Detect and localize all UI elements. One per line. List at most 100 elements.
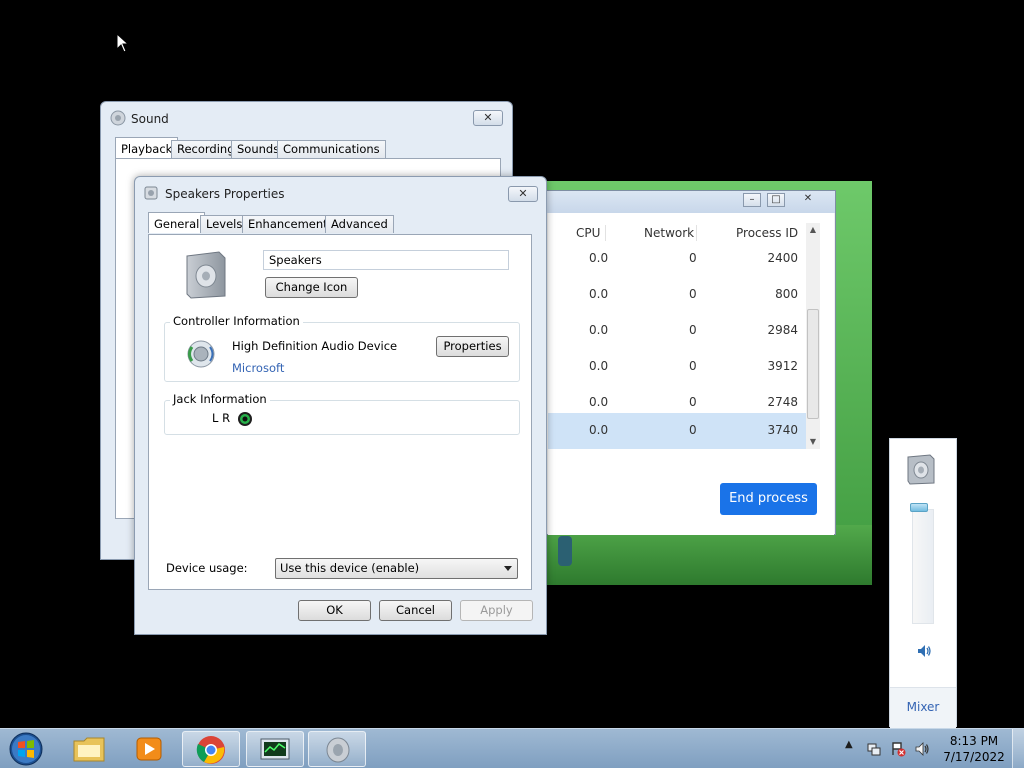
mixer-link[interactable]: Mixer (890, 700, 956, 714)
cell-network: 0 (689, 287, 697, 301)
volume-icon[interactable] (914, 741, 930, 757)
tab-playback[interactable]: Playback (115, 137, 179, 158)
clock-date: 7/17/2022 (943, 750, 1005, 764)
controller-vendor-link[interactable]: Microsoft (232, 361, 284, 375)
table-row[interactable]: 0.0 0 2984 (548, 313, 806, 349)
chrome-icon (196, 736, 225, 764)
mute-toggle-icon[interactable] (916, 643, 932, 659)
controller-name: High Definition Audio Device (232, 339, 398, 353)
scroll-up-icon[interactable]: ▲ (808, 225, 818, 235)
table-row[interactable]: 0.0 0 3912 (548, 349, 806, 385)
sound-dialog-title: Sound (131, 112, 169, 126)
change-icon-button[interactable]: Change Icon (265, 277, 358, 298)
cell-pid: 3912 (767, 359, 798, 373)
cell-network: 0 (689, 251, 697, 265)
speakers-properties-dialog: Speakers Properties ✕ General Levels Enh… (134, 176, 547, 635)
speaker-device-icon[interactable] (906, 453, 936, 485)
character-part (558, 536, 572, 566)
column-divider (696, 225, 697, 241)
cell-cpu: 0.0 (589, 359, 609, 373)
column-network[interactable]: Network (644, 226, 694, 240)
taskbar-chrome[interactable] (182, 731, 240, 767)
process-list: CPU Network Process ID 0.0 0 2400 0.0 0 … (548, 213, 834, 535)
cell-cpu: 0.0 (589, 323, 609, 337)
taskbar: ▲ 8:13 PM 7/17/2022 (0, 728, 1024, 768)
sound-app-icon (110, 110, 126, 126)
scroll-thumb[interactable] (807, 309, 819, 419)
device-name-input[interactable]: Speakers (263, 250, 509, 270)
tab-communications[interactable]: Communications (277, 140, 386, 158)
folder-icon (73, 737, 105, 762)
task-manager-titlebar[interactable]: – □ ✕ (547, 191, 835, 213)
cell-network: 0 (689, 395, 697, 409)
task-manager-window: – □ ✕ CPU Network Process ID 0.0 0 2400 … (546, 190, 836, 535)
clock-time: 8:13 PM (949, 734, 999, 748)
cell-pid: 2748 (767, 395, 798, 409)
cell-pid: 800 (775, 287, 798, 301)
cell-cpu: 0.0 (589, 423, 609, 437)
volume-slider-track[interactable] (912, 509, 934, 624)
cell-network: 0 (689, 323, 697, 337)
speaker-icon (326, 737, 350, 763)
volume-slider-thumb[interactable] (910, 503, 928, 512)
show-hidden-icons[interactable]: ▲ (845, 739, 853, 750)
taskbar-task-manager[interactable] (246, 731, 304, 767)
speaker-device-icon (186, 251, 226, 299)
cell-pid: 2400 (767, 251, 798, 265)
device-usage-label: Device usage: (166, 561, 248, 575)
table-row-selected[interactable]: 0.0 0 3740 (548, 413, 806, 449)
tab-general[interactable]: General (148, 212, 206, 233)
jack-information-group: Jack Information L R (164, 392, 520, 435)
media-player-icon (136, 737, 162, 761)
chevron-down-icon (504, 566, 512, 571)
end-process-button[interactable]: End process (720, 483, 817, 515)
device-usage-value: Use this device (enable) (280, 561, 420, 575)
device-usage-select[interactable]: Use this device (enable) (275, 558, 518, 579)
vertical-scrollbar[interactable]: ▲ ▼ (806, 223, 820, 449)
speaker-small-icon (144, 186, 158, 200)
volume-flyout: Mixer (889, 438, 957, 728)
green-jack-icon (238, 412, 252, 426)
audio-device-icon (187, 340, 215, 368)
taskbar-explorer[interactable] (60, 731, 118, 767)
column-cpu[interactable]: CPU (576, 226, 600, 240)
cell-network: 0 (689, 423, 697, 437)
properties-button[interactable]: Properties (436, 336, 509, 357)
cancel-button[interactable]: Cancel (379, 600, 452, 621)
controller-information-label: Controller Information (170, 314, 303, 328)
close-button[interactable]: ✕ (508, 186, 538, 202)
table-row[interactable]: 0.0 0 800 (548, 277, 806, 313)
general-tab-panel: Speakers Change Icon Controller Informat… (148, 234, 532, 590)
controller-information-group: Controller Information High Definition A… (164, 314, 520, 382)
column-process-id[interactable]: Process ID (736, 226, 798, 240)
network-icon[interactable] (866, 741, 882, 757)
minimize-button[interactable]: – (743, 193, 761, 207)
jack-channels-label: L R (212, 411, 231, 425)
cell-cpu: 0.0 (589, 287, 609, 301)
speakers-dialog-title: Speakers Properties (165, 187, 285, 201)
taskbar-media-player[interactable] (120, 731, 178, 767)
taskbar-sound[interactable] (308, 731, 366, 767)
table-row[interactable]: 0.0 0 2400 (548, 241, 806, 277)
cell-cpu: 0.0 (589, 395, 609, 409)
maximize-button[interactable]: □ (767, 193, 785, 207)
jack-information-label: Jack Information (170, 392, 270, 406)
show-desktop-button[interactable] (1012, 729, 1024, 768)
close-button[interactable]: ✕ (473, 110, 503, 126)
taskbar-clock[interactable]: 8:13 PM 7/17/2022 (940, 733, 1008, 765)
cell-network: 0 (689, 359, 697, 373)
cell-pid: 3740 (767, 423, 798, 437)
tab-advanced[interactable]: Advanced (325, 215, 394, 233)
mouse-cursor-icon (116, 33, 130, 53)
mixer-section: Mixer (890, 687, 956, 728)
close-button[interactable]: ✕ (799, 193, 817, 207)
cell-pid: 2984 (767, 323, 798, 337)
task-manager-icon (260, 738, 290, 760)
start-button-icon[interactable] (6, 731, 46, 767)
scroll-down-icon[interactable]: ▼ (808, 437, 818, 447)
apply-button[interactable]: Apply (460, 600, 533, 621)
cell-cpu: 0.0 (589, 251, 609, 265)
action-center-icon[interactable] (890, 741, 906, 757)
column-divider (605, 225, 606, 241)
ok-button[interactable]: OK (298, 600, 371, 621)
